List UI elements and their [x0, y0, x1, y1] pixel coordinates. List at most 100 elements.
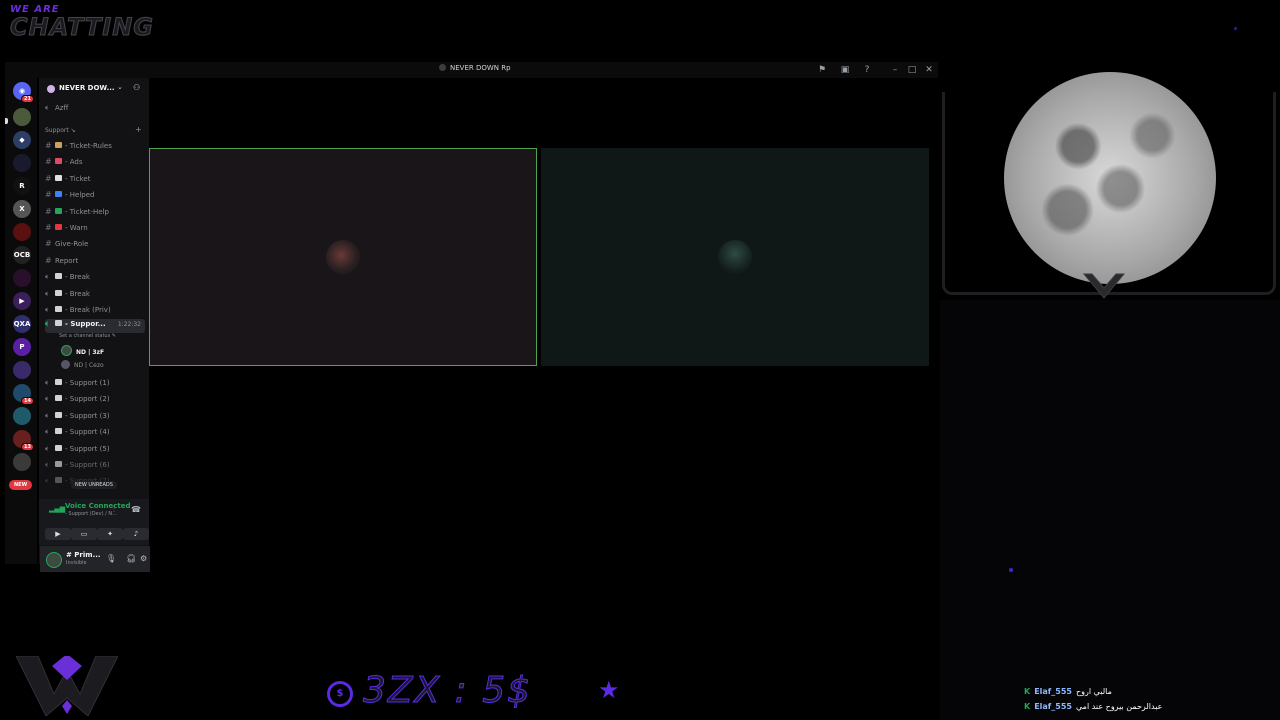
voice-user[interactable]: ND | Cezo — [61, 360, 104, 369]
server-icon[interactable]: QXA — [13, 315, 31, 333]
server-icon[interactable] — [13, 361, 31, 379]
server-icon[interactable]: OCB — [13, 246, 31, 264]
flag-icon[interactable]: ⚑ — [815, 63, 829, 77]
channel-item[interactable]: # - Helped — [45, 190, 145, 204]
server-header[interactable]: NEVER DOW... ⌄ ⚇ — [39, 78, 149, 100]
maximize-icon[interactable]: □ — [905, 63, 919, 77]
category-header[interactable]: Support ↘ — [45, 127, 76, 134]
channel-item[interactable]: 🔈︎ - Break (Priv) — [45, 305, 145, 319]
active-voice-channel[interactable]: 🔈︎ - Suppor... 1:22:32 — [45, 319, 145, 333]
server-icon[interactable] — [13, 453, 31, 471]
add-channel-icon[interactable]: + — [135, 125, 142, 134]
channel-item[interactable]: 🔈︎ - Break — [45, 289, 145, 303]
server-pill — [5, 118, 8, 124]
voice-user-name: ND | 3zF — [76, 349, 105, 356]
server-icon[interactable]: ▶ — [13, 292, 31, 310]
channel-item[interactable]: 🔈︎ - Support (4) — [45, 427, 145, 441]
video-tile-speaking[interactable] — [149, 148, 537, 366]
channel-status[interactable]: Set a channel status ✎ — [59, 333, 116, 339]
channel-item[interactable]: 🔈︎ - Support (1) — [45, 378, 145, 392]
moon-image — [1004, 72, 1216, 284]
channel-label: - Helped — [65, 191, 95, 200]
noise-icon[interactable]: ⫶ — [113, 505, 115, 515]
price-text: 3ZX : 5$ — [362, 670, 533, 712]
server-icon[interactable] — [13, 407, 31, 425]
voice-icon: 🔈︎ — [45, 410, 50, 420]
channel-item[interactable]: 🔈︎ - Break — [45, 272, 145, 286]
video-tile[interactable] — [541, 148, 929, 366]
channel-emoji — [55, 444, 62, 451]
activities-button[interactable]: ✦ — [97, 528, 123, 540]
voice-status[interactable]: Voice Connected — [65, 502, 131, 510]
chevron-down-icon: ⌄ — [117, 83, 123, 91]
server-icon[interactable]: ◆ — [13, 131, 31, 149]
server-icon[interactable] — [13, 223, 31, 241]
voice-user[interactable]: ND | 3zF — [61, 345, 104, 356]
server-icon[interactable] — [13, 269, 31, 287]
price-overlay: $3ZX : 5$ — [327, 670, 533, 712]
server-icon[interactable]: R — [13, 177, 31, 195]
channel-item[interactable]: # - Ads — [45, 157, 145, 171]
chat-message: K Elaf_555 مالبي اروح — [1024, 687, 1112, 696]
channel-item[interactable]: # Give-Role — [45, 239, 145, 253]
voice-icon: 🔈︎ — [45, 319, 50, 328]
channel-item[interactable]: 🔈︎ - Support (3) — [45, 411, 145, 425]
channel-emoji — [55, 461, 62, 467]
help-icon[interactable]: ? — [860, 63, 874, 77]
server-header-icon — [47, 85, 55, 93]
home-icon[interactable]: ◉ 21 — [13, 82, 34, 103]
voice-icon: 🔈︎ — [45, 305, 50, 314]
screen-share-button[interactable]: ▭ — [71, 528, 97, 540]
voice-icon: 🔈︎ — [45, 460, 50, 469]
camera-button[interactable]: ▶ — [45, 528, 71, 540]
voice-icon: 🔈︎ — [45, 103, 50, 112]
soundboard-button[interactable]: ♪ — [123, 528, 149, 540]
server-icon[interactable]: P — [13, 338, 31, 356]
avatar — [61, 360, 70, 369]
channel-item[interactable]: # - Warn — [45, 223, 145, 237]
headphones-icon[interactable]: 🎧︎ — [126, 554, 136, 563]
channel-item[interactable]: 🔈︎ - Support (6) — [45, 460, 145, 474]
disconnect-icon[interactable]: ☎ — [131, 505, 141, 514]
user-name[interactable]: # Prim... — [66, 551, 101, 559]
microphone-icon[interactable]: 🎙︎ — [106, 554, 116, 563]
server-icon[interactable] — [13, 108, 31, 126]
channel-item[interactable]: # - Ticket — [45, 174, 145, 188]
channel-item[interactable]: # - Ticket-Help — [45, 207, 145, 221]
settings-icon[interactable]: ⚙ — [140, 554, 147, 563]
chat-text: عبدالرحمن بيروح عند امي — [1076, 702, 1163, 711]
signal-icon: ▂▄▆ — [49, 505, 66, 513]
purple-dot — [1234, 27, 1237, 30]
server-icon[interactable]: X — [13, 200, 31, 218]
channel-item[interactable]: 🔈︎ Azff — [45, 103, 145, 117]
server-icon[interactable]: 14 — [13, 384, 34, 405]
new-pill[interactable]: NEW — [9, 480, 33, 490]
user-panel: # Prim... Invisible 🎙︎ 🎧︎ ⚙ — [40, 546, 150, 572]
new-unreads-pill[interactable]: NEW UNREADS — [71, 481, 117, 489]
channel-label: - Support (2) — [65, 395, 110, 404]
coin-icon: $ — [327, 681, 353, 707]
hash-icon: # — [45, 190, 52, 200]
inbox-icon[interactable]: ▣ — [838, 63, 852, 77]
server-icon[interactable] — [13, 154, 31, 172]
invite-icon[interactable]: ⚇ — [133, 83, 140, 92]
participant-avatar — [718, 240, 752, 274]
purple-dot — [1009, 568, 1013, 572]
voice-channel-name[interactable]: - Support (Dev) / N... — [65, 511, 117, 517]
channel-item[interactable]: 🔈︎ - Support (2) — [45, 394, 145, 408]
minimize-icon[interactable]: – — [888, 63, 902, 77]
channel-emoji — [55, 174, 62, 181]
voice-user-name: ND | Cezo — [74, 362, 104, 369]
close-icon[interactable]: ✕ — [922, 63, 936, 77]
channel-label: Give-Role — [55, 240, 89, 249]
channel-item[interactable]: # - Ticket-Rules — [45, 141, 145, 155]
hash-icon: # — [45, 141, 52, 150]
chat-message: K Elaf_555 عبدالرحمن بيروح عند امي — [1024, 702, 1162, 711]
channel-item[interactable]: 🔈︎ - Support (5) — [45, 444, 145, 458]
server-icon[interactable]: 13 — [13, 430, 34, 451]
user-avatar[interactable] — [46, 552, 62, 568]
voice-icon: 🔈︎ — [45, 394, 50, 404]
channel-item[interactable]: # Report — [45, 256, 145, 270]
window-title-wrap: NEVER DOWN Rp — [439, 64, 511, 72]
voice-icon: 🔈︎ — [45, 288, 50, 298]
